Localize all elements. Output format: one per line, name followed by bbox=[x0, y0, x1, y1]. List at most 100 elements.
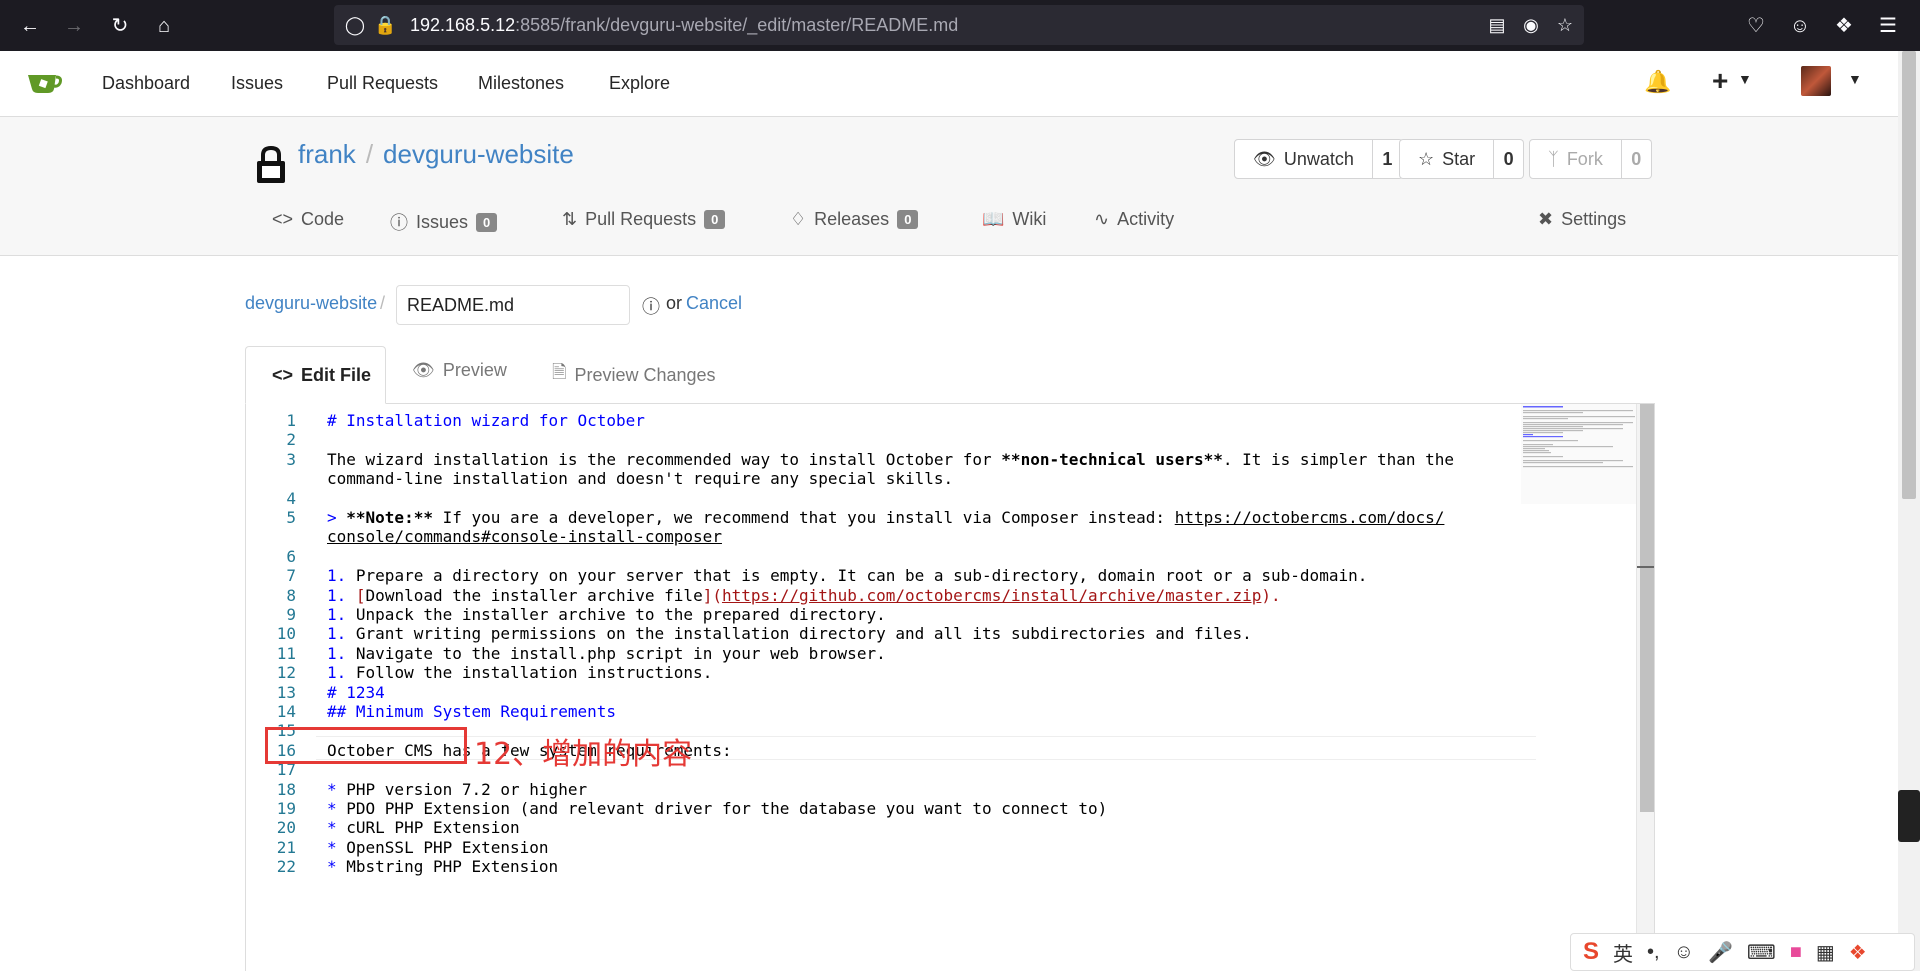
reader-icon[interactable]: ▤ bbox=[1486, 14, 1508, 36]
tab-preview[interactable]: 👁 Preview bbox=[412, 360, 507, 381]
tab-wiki-label: Wiki bbox=[1012, 209, 1047, 229]
tab-issues[interactable]: ⓘ Issues 0 bbox=[390, 209, 498, 235]
address-bar[interactable]: ◯ 🔒 192.168.5.12:8585/frank/devguru-webs… bbox=[334, 5, 1584, 45]
tab-releases-label: Releases bbox=[814, 209, 890, 229]
code-token: OpenSSL PHP Extension bbox=[346, 837, 549, 857]
skin-icon[interactable]: ■ bbox=[1790, 941, 1802, 964]
tab-activity[interactable]: ∿ Activity bbox=[1094, 209, 1174, 230]
editor-scrollbar[interactable] bbox=[1636, 404, 1654, 971]
code-token: 1. bbox=[327, 585, 356, 605]
create-new-button[interactable]: + bbox=[1712, 65, 1728, 97]
extensions-icon[interactable]: ❖ bbox=[1832, 14, 1856, 38]
star-button[interactable]: ☆ Star bbox=[1399, 139, 1495, 179]
plus-icon: + bbox=[1712, 65, 1729, 96]
bell-icon[interactable]: 🔔 bbox=[1644, 69, 1671, 95]
star-icon[interactable]: ☆ bbox=[1554, 14, 1576, 36]
tab-settings[interactable]: ✖ Settings bbox=[1538, 209, 1626, 230]
nav-explore[interactable]: Explore bbox=[609, 73, 670, 94]
filename-input[interactable]: README.md bbox=[396, 285, 630, 325]
tab-wiki[interactable]: 📖 Wiki bbox=[982, 209, 1046, 230]
tab-edit-file[interactable]: <> Edit File bbox=[245, 346, 386, 404]
tab-preview-changes[interactable]: 🗎 Preview Changes bbox=[552, 360, 716, 390]
tab-code[interactable]: <> Code bbox=[272, 209, 344, 230]
repo-name-link[interactable]: devguru-website bbox=[383, 139, 574, 169]
home-icon[interactable]: ⌂ bbox=[152, 14, 176, 38]
account-icon[interactable]: ☺ bbox=[1788, 14, 1812, 38]
page-scrollbar-thumb[interactable] bbox=[1902, 51, 1916, 499]
tab-preview-label: Preview bbox=[442, 360, 507, 380]
fork-button-group: ᛉ Fork 0 bbox=[1529, 139, 1652, 179]
code-token: * bbox=[327, 837, 347, 857]
code-line[interactable]: 22 * Mbstring PHP Extension bbox=[246, 855, 1636, 879]
fork-button[interactable]: ᛉ Fork bbox=[1529, 139, 1622, 179]
repo-title: frank / devguru-website bbox=[298, 139, 574, 170]
breadcrumb-sep: / bbox=[380, 293, 386, 313]
or-label: or bbox=[666, 293, 683, 313]
eye-icon: 👁 bbox=[412, 360, 435, 380]
ime-lang-toggle[interactable]: 英 bbox=[1613, 938, 1633, 967]
cancel-link[interactable]: Cancel bbox=[686, 293, 742, 314]
code-token: * bbox=[327, 857, 347, 877]
tag-icon: ♢ bbox=[790, 209, 807, 229]
gitea-logo-icon[interactable] bbox=[26, 71, 62, 95]
breadcrumb-repo-link[interactable]: devguru-website bbox=[245, 293, 377, 314]
tools-icon[interactable]: ❖ bbox=[1849, 940, 1867, 965]
code-token: > bbox=[327, 508, 347, 527]
forward-icon[interactable]: → bbox=[62, 14, 86, 38]
url-text[interactable]: 192.168.5.12:8585/frank/devguru-website/… bbox=[410, 15, 958, 36]
book-icon: 📖 bbox=[982, 209, 1005, 229]
fork-count[interactable]: 0 bbox=[1621, 139, 1652, 179]
code-token: ]( bbox=[702, 585, 722, 605]
code-token: Prepare a directory on your server that … bbox=[355, 566, 1368, 586]
user-menu-chevron-icon[interactable]: ▼ bbox=[1848, 71, 1862, 87]
sogou-logo-icon[interactable]: S bbox=[1583, 938, 1599, 966]
menu-icon[interactable]: ☰ bbox=[1876, 14, 1900, 38]
editor-scrollbar-thumb[interactable] bbox=[1640, 404, 1654, 812]
code-token: PDO PHP Extension (and relevant driver f… bbox=[346, 799, 1108, 818]
nav-milestones[interactable]: Milestones bbox=[478, 73, 564, 94]
star-button-group: ☆ Star 0 bbox=[1399, 139, 1525, 179]
unwatch-button[interactable]: 👁 Unwatch bbox=[1234, 139, 1373, 179]
scrollbar-marker bbox=[1637, 566, 1654, 568]
top-navbar: Dashboard Issues Pull Requests Milestone… bbox=[0, 51, 1900, 117]
code-token: # 1234 bbox=[327, 682, 385, 702]
shield-icon[interactable]: ◯ bbox=[344, 14, 366, 36]
back-icon[interactable]: ← bbox=[18, 14, 42, 38]
star-count[interactable]: 0 bbox=[1494, 139, 1525, 179]
code-editor[interactable]: 1 # Installation wizard for October 2 3 The … bbox=[245, 403, 1655, 971]
tab-releases[interactable]: ♢ Releases 0 bbox=[790, 209, 919, 230]
star-label: Star bbox=[1442, 148, 1476, 169]
repo-owner-link[interactable]: frank bbox=[298, 139, 356, 169]
code-token: Download the installer archive file bbox=[365, 585, 703, 605]
pulls-count-badge: 0 bbox=[704, 210, 726, 229]
code-token: https://github.com/octobercms/install/ar… bbox=[721, 585, 1262, 605]
avatar[interactable] bbox=[1801, 66, 1831, 96]
code-token: Navigate to the install.php script in yo… bbox=[355, 643, 886, 663]
reload-icon[interactable]: ↻ bbox=[108, 14, 132, 38]
repo-header: frank / devguru-website 👁 Unwatch 1 ☆ Star 0… bbox=[0, 117, 1900, 256]
tab-pull-requests[interactable]: ⇅ Pull Requests 0 bbox=[562, 209, 726, 230]
ime-punct-toggle[interactable]: •, bbox=[1647, 941, 1660, 964]
nav-pull-requests[interactable]: Pull Requests bbox=[327, 73, 438, 94]
nav-issues[interactable]: Issues bbox=[231, 73, 283, 94]
nav-dashboard[interactable]: Dashboard bbox=[102, 73, 190, 94]
lock-icon[interactable]: 🔒 bbox=[374, 14, 396, 36]
issue-icon: ⓘ bbox=[390, 213, 408, 233]
grid-icon[interactable]: ▦ bbox=[1816, 940, 1835, 965]
keyboard-icon[interactable]: ⌨ bbox=[1747, 940, 1776, 965]
code-token: 1. bbox=[327, 663, 356, 683]
info-icon[interactable]: ⓘ bbox=[642, 293, 660, 319]
fingerprint-icon[interactable]: ◉ bbox=[1520, 14, 1542, 36]
chevron-down-icon[interactable]: ▼ bbox=[1738, 71, 1752, 87]
side-panel-handle[interactable] bbox=[1898, 790, 1920, 842]
pocket-icon[interactable]: ♡ bbox=[1744, 14, 1768, 38]
code-token: . It is simpler than the bbox=[1222, 449, 1455, 469]
code-token: 1. bbox=[327, 643, 356, 663]
microphone-icon[interactable]: 🎤 bbox=[1708, 940, 1733, 965]
emoji-icon[interactable]: ☺ bbox=[1674, 941, 1694, 964]
code-token: PHP version 7.2 or higher bbox=[346, 779, 588, 799]
private-lock-icon bbox=[257, 145, 285, 183]
code-icon: <> bbox=[272, 209, 294, 229]
fork-label: Fork bbox=[1566, 148, 1603, 169]
code-token: Grant writing permissions on the install… bbox=[355, 624, 1252, 644]
